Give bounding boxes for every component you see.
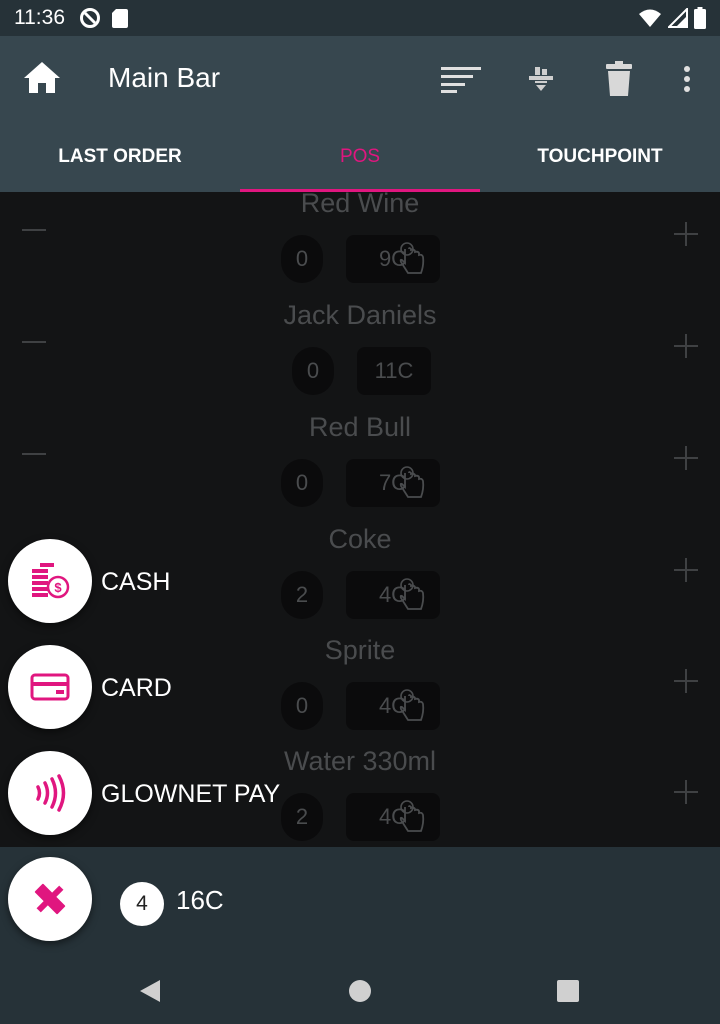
quantity-badge: 0 <box>281 682 323 730</box>
cash-payment-button[interactable]: $ <box>8 539 92 623</box>
product-row: Red Bull 0 7C <box>0 412 720 528</box>
app-bar: Main Bar <box>0 36 720 122</box>
price-button[interactable]: 9C <box>346 235 440 283</box>
increment-button[interactable] <box>672 556 700 584</box>
tab-last-order[interactable]: LAST ORDER <box>0 122 240 192</box>
touch-icon <box>399 242 425 274</box>
do-not-disturb-icon <box>80 8 100 28</box>
recents-icon <box>557 980 579 1002</box>
product-name: Water 330ml <box>283 746 437 776</box>
system-nav-bar <box>0 955 720 1024</box>
battery-icon <box>694 7 706 29</box>
product-name: Sprite <box>324 635 396 665</box>
cash-label[interactable]: CASH <box>101 568 170 597</box>
quantity-badge: 0 <box>292 347 334 395</box>
delete-button[interactable] <box>598 58 640 100</box>
decrement-button[interactable] <box>20 328 48 356</box>
touch-icon <box>399 800 425 832</box>
home-circle-icon <box>349 980 371 1002</box>
tab-bar: LAST ORDER POS TOUCHPOINT <box>0 122 720 192</box>
increment-button[interactable] <box>672 778 700 806</box>
card-label[interactable]: CARD <box>101 674 172 703</box>
touch-icon <box>399 689 425 721</box>
svg-text:$: $ <box>54 580 62 595</box>
back-icon <box>140 980 160 1002</box>
price-button[interactable]: 11C <box>357 347 431 395</box>
cash-coins-icon: $ <box>32 563 70 599</box>
close-payment-menu-button[interactable] <box>8 857 92 941</box>
price-button[interactable]: 7C <box>346 459 440 507</box>
product-name: Red Bull <box>308 412 412 442</box>
increment-button[interactable] <box>672 220 700 248</box>
glownet-pay-label[interactable]: GLOWNET PAY <box>101 780 280 809</box>
product-list: Red Wine 0 9C Jack Daniels 0 11C Red Bul… <box>0 192 720 847</box>
contactless-icon <box>36 774 66 812</box>
nav-recents-button[interactable] <box>550 973 586 1009</box>
decrement-button[interactable] <box>20 440 48 468</box>
order-total: 16C <box>176 885 224 915</box>
home-button[interactable] <box>22 58 62 98</box>
card-payment-button[interactable] <box>8 645 92 729</box>
more-options-button[interactable] <box>666 58 708 100</box>
credit-card-icon <box>30 673 70 701</box>
increment-button[interactable] <box>672 667 700 695</box>
item-count-badge: 4 <box>120 882 164 926</box>
order-summary-bar: 4 16C <box>0 847 720 955</box>
increment-button[interactable] <box>672 332 700 360</box>
touch-icon <box>399 466 425 498</box>
cell-signal-icon <box>668 8 688 28</box>
price-label: 11C <box>374 358 414 383</box>
filter-button[interactable] <box>520 58 562 100</box>
price-button[interactable]: 4C <box>346 571 440 619</box>
product-row: Jack Daniels 0 11C <box>0 300 720 416</box>
quantity-badge: 2 <box>281 571 323 619</box>
sort-button[interactable] <box>440 58 482 100</box>
product-row: Red Wine 0 9C <box>0 192 720 304</box>
quantity-badge: 0 <box>281 235 323 283</box>
product-name: Jack Daniels <box>283 300 437 330</box>
filter-icon <box>529 67 553 91</box>
price-button[interactable]: 4C <box>346 793 440 841</box>
nav-back-button[interactable] <box>132 973 168 1009</box>
quantity-badge: 2 <box>281 793 323 841</box>
more-vert-icon <box>684 66 690 92</box>
glownet-pay-button[interactable] <box>8 751 92 835</box>
status-bar: 11:36 <box>0 0 720 36</box>
decrement-button[interactable] <box>20 216 48 244</box>
quantity-badge: 0 <box>281 459 323 507</box>
product-name: Red Wine <box>300 192 420 218</box>
home-icon <box>24 62 60 93</box>
touch-icon <box>399 578 425 610</box>
nav-home-button[interactable] <box>342 973 378 1009</box>
sd-card-icon <box>112 9 128 28</box>
close-x-icon <box>34 883 66 915</box>
status-time: 11:36 <box>14 6 65 29</box>
page-title: Main Bar <box>108 62 221 93</box>
product-name: Coke <box>328 524 392 554</box>
tab-pos[interactable]: POS <box>240 122 480 192</box>
increment-button[interactable] <box>672 444 700 472</box>
price-button[interactable]: 4C <box>346 682 440 730</box>
sort-icon <box>441 67 481 93</box>
trash-icon <box>606 61 632 96</box>
wifi-icon <box>639 9 661 27</box>
tab-touchpoint[interactable]: TOUCHPOINT <box>480 122 720 192</box>
